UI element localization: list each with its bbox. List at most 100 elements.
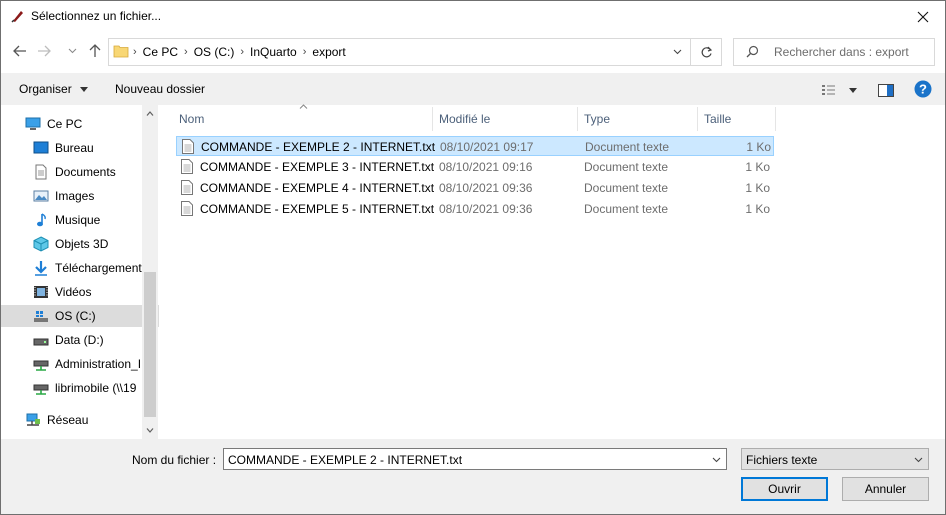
file-row[interactable]: COMMANDE - EXEMPLE 3 - INTERNET.txt 08/1…	[176, 157, 774, 177]
file-type: Document texte	[584, 160, 669, 174]
desktop-icon	[33, 141, 49, 154]
open-button[interactable]: Ouvrir	[741, 477, 828, 501]
column-header-type[interactable]: Type	[578, 107, 698, 131]
breadcrumb-separator-icon: ›	[133, 46, 137, 58]
breadcrumb-separator-icon: ›	[240, 46, 245, 58]
search-box[interactable]: Rechercher dans : export	[733, 38, 935, 66]
text-file-icon	[181, 180, 193, 195]
nav-scrollbar-thumb[interactable]	[144, 272, 156, 417]
command-bar: Organiser Nouveau dossier ?	[1, 73, 945, 105]
network-drive-icon	[33, 384, 49, 395]
navigation-pane: Ce PC Bureau Documents Images Musique Ob…	[1, 105, 174, 439]
pictures-icon	[33, 190, 49, 202]
file-row[interactable]: COMMANDE - EXEMPLE 4 - INTERNET.txt 08/1…	[176, 178, 774, 198]
file-name: COMMANDE - EXEMPLE 3 - INTERNET.txt	[200, 160, 435, 174]
column-header-name[interactable]: Nom	[173, 107, 433, 131]
nav-item-label: Images	[55, 189, 95, 203]
breadcrumb-item[interactable]: InQuarto	[250, 45, 297, 59]
computer-icon	[25, 117, 41, 130]
file-type: Document texte	[584, 202, 669, 216]
back-button[interactable]	[10, 40, 30, 62]
file-row[interactable]: COMMANDE - EXEMPLE 2 - INTERNET.txt 08/1…	[176, 136, 774, 156]
file-name: COMMANDE - EXEMPLE 2 - INTERNET.txt	[201, 140, 436, 154]
preview-pane-button[interactable]	[877, 81, 895, 99]
nav-item-label: Documents	[55, 165, 116, 179]
preview-pane-icon	[878, 83, 894, 97]
file-type: Document texte	[585, 140, 670, 154]
file-type-select[interactable]: Fichiers texte	[741, 448, 929, 470]
svg-text:?: ?	[919, 82, 927, 97]
breadcrumb-item[interactable]: Ce PC	[143, 45, 178, 59]
nav-item-label: Téléchargements	[55, 261, 148, 275]
window-title: Sélectionnez un fichier...	[31, 9, 162, 23]
file-modified: 08/10/2021 09:36	[439, 202, 533, 216]
file-size: 1 Ko	[746, 140, 771, 154]
chevron-up-icon	[146, 111, 154, 116]
nav-item-label: Objets 3D	[55, 237, 109, 251]
column-header-modified[interactable]: Modifié le	[433, 107, 578, 131]
3d-objects-icon	[33, 236, 49, 252]
chevron-down-icon	[146, 428, 154, 433]
chevron-down-icon	[673, 49, 681, 55]
nav-item-label: Data (D:)	[55, 333, 104, 347]
file-size: 1 Ko	[745, 202, 770, 216]
breadcrumb-separator-icon: ›	[302, 46, 307, 58]
file-name: COMMANDE - EXEMPLE 4 - INTERNET.txt	[200, 181, 435, 195]
address-bar[interactable]: › Ce PC › OS (C:) › InQuarto › export	[108, 38, 722, 66]
column-header-size[interactable]: Taille	[698, 107, 776, 131]
file-modified: 08/10/2021 09:36	[439, 181, 533, 195]
filename-combobox[interactable]: COMMANDE - EXEMPLE 2 - INTERNET.txt	[223, 448, 727, 470]
help-button[interactable]: ?	[914, 80, 932, 98]
cancel-button[interactable]: Annuler	[842, 477, 929, 501]
arrow-right-icon	[38, 45, 51, 57]
arrow-left-icon	[13, 45, 26, 57]
chevron-down-icon	[80, 87, 89, 93]
folder-icon	[113, 45, 129, 58]
organize-label: Organiser	[19, 82, 72, 96]
windows-drive-icon	[34, 311, 48, 322]
file-name: COMMANDE - EXEMPLE 5 - INTERNET.txt	[200, 202, 435, 216]
network-icon	[26, 413, 40, 426]
text-file-icon	[181, 201, 193, 216]
filename-label: Nom du fichier :	[132, 453, 217, 467]
title-bar: Sélectionnez un fichier...	[1, 1, 945, 32]
text-file-icon	[181, 159, 193, 174]
new-folder-button[interactable]: Nouveau dossier	[115, 82, 205, 96]
breadcrumb-separator-icon: ›	[184, 46, 188, 58]
up-button[interactable]	[85, 40, 105, 62]
nav-item-label: Musique	[55, 213, 101, 227]
chevron-down-icon	[68, 48, 76, 54]
refresh-button[interactable]	[690, 39, 721, 65]
file-modified: 08/10/2021 09:16	[439, 160, 533, 174]
network-drive-icon	[33, 360, 49, 371]
file-size: 1 Ko	[745, 160, 770, 174]
chevron-down-icon	[712, 457, 721, 463]
file-open-dialog: Sélectionnez un fichier... › Ce PC › OS …	[0, 0, 946, 515]
file-row[interactable]: COMMANDE - EXEMPLE 5 - INTERNET.txt 08/1…	[176, 199, 774, 219]
documents-icon	[35, 164, 47, 180]
arrow-up-icon	[89, 44, 101, 57]
address-dropdown-button[interactable]	[665, 39, 689, 65]
filename-input[interactable]: COMMANDE - EXEMPLE 2 - INTERNET.txt	[228, 453, 462, 467]
breadcrumb: › Ce PC › OS (C:) › InQuarto › export	[133, 39, 352, 65]
chevron-down-icon	[914, 457, 923, 463]
refresh-icon	[701, 46, 712, 57]
help-icon: ?	[914, 80, 932, 98]
nav-item-label: librimobile (\\19	[55, 381, 137, 395]
breadcrumb-item[interactable]: OS (C:)	[194, 45, 235, 59]
organize-menu[interactable]: Organiser	[19, 82, 89, 96]
downloads-icon	[35, 261, 47, 276]
search-icon	[746, 45, 759, 58]
close-icon	[917, 11, 929, 23]
nav-item-label: Administration_I	[55, 357, 142, 371]
nav-item-label: Bureau	[55, 141, 94, 155]
videos-icon	[34, 286, 48, 298]
forward-button[interactable]	[34, 40, 54, 62]
breadcrumb-item[interactable]: export	[312, 45, 345, 59]
file-type: Document texte	[584, 181, 669, 195]
details-view-icon	[822, 85, 835, 95]
close-button[interactable]	[906, 3, 940, 31]
recent-locations-button[interactable]	[63, 40, 81, 62]
view-options-button[interactable]	[821, 81, 861, 99]
nav-item-label: Ce PC	[47, 117, 83, 131]
